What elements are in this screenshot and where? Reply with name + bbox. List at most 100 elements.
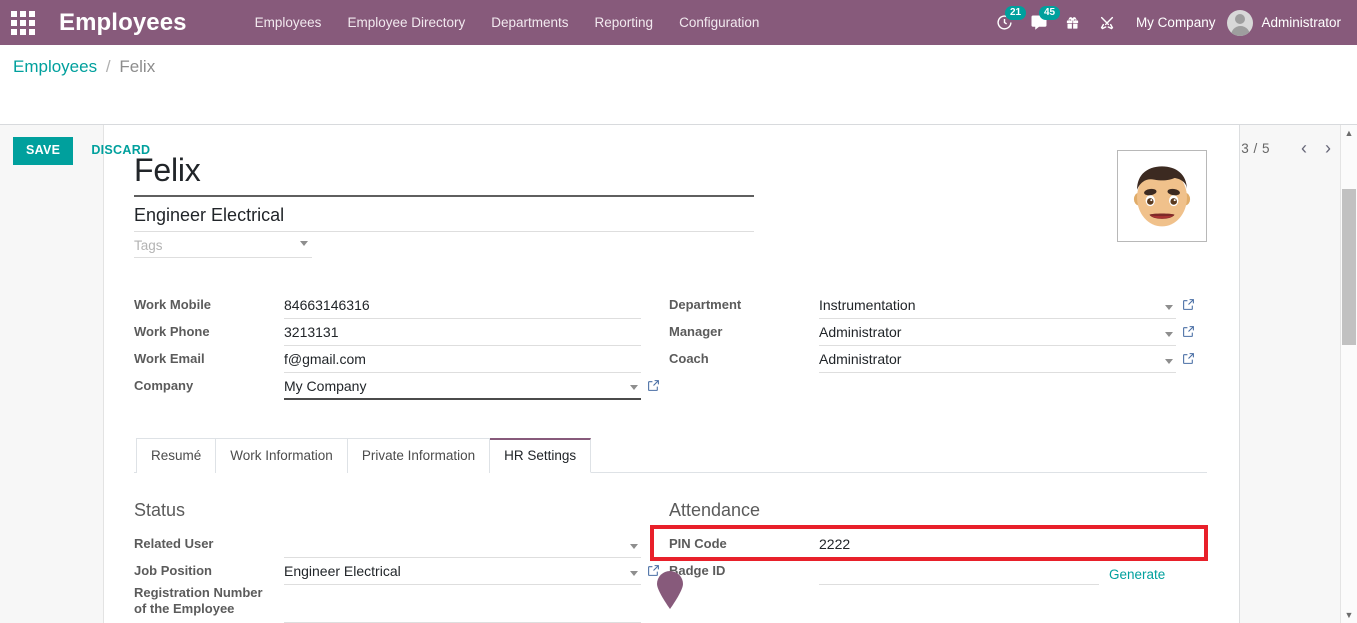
spacer bbox=[647, 555, 667, 558]
app-brand-title: Employees bbox=[59, 9, 187, 37]
input-work-email[interactable]: f@gmail.com bbox=[284, 350, 641, 373]
field-label-company: Company bbox=[134, 378, 284, 400]
tools-wrench-icon[interactable] bbox=[1090, 0, 1124, 45]
header-fields: Work Mobile 84663146316 Work Phone 32131… bbox=[134, 292, 1207, 400]
menu-item-departments[interactable]: Departments bbox=[478, 0, 581, 45]
input-department[interactable]: Instrumentation bbox=[819, 296, 1176, 319]
pager-previous-icon[interactable]: ‹ bbox=[1292, 140, 1316, 156]
menu-item-configuration[interactable]: Configuration bbox=[666, 0, 772, 45]
chevron-down-icon bbox=[630, 385, 638, 390]
chevron-down-icon bbox=[630, 571, 638, 576]
field-label-registration-number-line1: Registration Number bbox=[134, 585, 284, 601]
control-panel: Employees / Felix SAVE DISCARD 3 / 5 ‹ › bbox=[0, 45, 1357, 125]
tags-field[interactable]: Tags bbox=[134, 232, 312, 258]
field-manager: Manager Administrator bbox=[669, 319, 1202, 346]
input-coach[interactable]: Administrator bbox=[819, 350, 1176, 373]
notebook-tabs: Resumé Work Information Private Informat… bbox=[134, 438, 1207, 473]
pager-next-icon[interactable]: › bbox=[1316, 140, 1340, 156]
external-link-icon-coach[interactable] bbox=[1182, 352, 1202, 373]
apps-grid-icon[interactable] bbox=[0, 0, 46, 45]
chevron-down-icon bbox=[1165, 359, 1173, 364]
field-label-badge-id: Badge ID bbox=[669, 563, 819, 585]
field-company: Company My Company bbox=[134, 373, 667, 400]
field-label-work-mobile: Work Mobile bbox=[134, 297, 284, 319]
field-label-work-phone: Work Phone bbox=[134, 324, 284, 346]
employee-photo[interactable] bbox=[1117, 150, 1207, 242]
header-fields-left-column: Work Mobile 84663146316 Work Phone 32131… bbox=[134, 292, 667, 400]
input-manager-value: Administrator bbox=[819, 324, 901, 340]
tab-panel-hr-settings: Status Related User Job Position bbox=[134, 473, 1207, 623]
external-link-icon-company[interactable] bbox=[647, 379, 667, 400]
breadcrumb-current: Felix bbox=[119, 57, 155, 76]
input-work-phone[interactable]: 3213131 bbox=[284, 323, 641, 346]
field-work-email: Work Email f@gmail.com bbox=[134, 346, 667, 373]
notebook: Resumé Work Information Private Informat… bbox=[134, 438, 1207, 623]
tab-resume[interactable]: Resumé bbox=[136, 438, 216, 473]
form-view-background: Felix Engineer Electrical Tags bbox=[0, 125, 1341, 623]
scroll-up-arrow-icon[interactable]: ▲ bbox=[1341, 125, 1357, 141]
field-registration-number: Registration Number of the Employee bbox=[134, 585, 667, 623]
input-coach-value: Administrator bbox=[819, 351, 901, 367]
chevron-down-icon bbox=[1165, 305, 1173, 310]
activity-clock-icon[interactable]: 21 bbox=[988, 0, 1022, 45]
external-link-icon-manager[interactable] bbox=[1182, 325, 1202, 346]
input-company-value: My Company bbox=[284, 378, 366, 394]
gift-icon[interactable] bbox=[1056, 0, 1090, 45]
record-pager: 3 / 5 ‹ › bbox=[1241, 140, 1340, 156]
save-button[interactable]: SAVE bbox=[13, 137, 73, 165]
input-company[interactable]: My Company bbox=[284, 377, 641, 400]
employee-photo-emoji-man bbox=[1123, 157, 1201, 235]
employee-name-field[interactable]: Felix bbox=[134, 151, 754, 197]
discard-button[interactable]: DISCARD bbox=[79, 137, 162, 165]
input-pin-code[interactable]: 2222 bbox=[819, 535, 1176, 558]
input-job-position-value: Engineer Electrical bbox=[284, 563, 401, 579]
user-menu[interactable]: Administrator bbox=[1227, 10, 1347, 36]
chevron-down-icon bbox=[1165, 332, 1173, 337]
user-name-label: Administrator bbox=[1261, 15, 1341, 30]
tab-work-information[interactable]: Work Information bbox=[216, 438, 348, 473]
top-navbar: Employees Employees Employee Directory D… bbox=[0, 0, 1357, 45]
spacer bbox=[647, 343, 667, 346]
record-title-block: Felix Engineer Electrical Tags bbox=[134, 151, 1207, 258]
field-pin-code: PIN Code 2222 bbox=[669, 531, 1202, 558]
field-department: Department Instrumentation bbox=[669, 292, 1202, 319]
menu-item-employees[interactable]: Employees bbox=[242, 0, 335, 45]
employee-job-title-field[interactable]: Engineer Electrical bbox=[134, 197, 754, 232]
apps-grid-glyph bbox=[11, 11, 35, 35]
tab-private-information[interactable]: Private Information bbox=[348, 438, 490, 473]
tags-placeholder: Tags bbox=[134, 238, 163, 253]
input-registration-number[interactable] bbox=[284, 602, 641, 623]
input-department-value: Instrumentation bbox=[819, 297, 916, 313]
current-company-label[interactable]: My Company bbox=[1124, 15, 1228, 30]
user-avatar bbox=[1227, 10, 1253, 36]
breadcrumb-root-link[interactable]: Employees bbox=[13, 57, 97, 76]
input-job-position[interactable]: Engineer Electrical bbox=[284, 562, 641, 585]
input-manager[interactable]: Administrator bbox=[819, 323, 1176, 346]
form-sheet: Felix Engineer Electrical Tags bbox=[103, 125, 1240, 623]
spacer bbox=[647, 316, 667, 319]
spacer bbox=[1182, 555, 1202, 558]
input-work-mobile[interactable]: 84663146316 bbox=[284, 296, 641, 319]
menu-item-reporting[interactable]: Reporting bbox=[582, 0, 667, 45]
field-label-related-user: Related User bbox=[134, 536, 284, 558]
pager-count: 3 / 5 bbox=[1241, 141, 1270, 156]
scrollbar-thumb[interactable] bbox=[1342, 189, 1356, 345]
field-label-job-position: Job Position bbox=[134, 563, 284, 585]
group-title-attendance: Attendance bbox=[669, 499, 1202, 521]
tab-hr-settings[interactable]: HR Settings bbox=[490, 438, 591, 473]
scroll-down-arrow-icon[interactable]: ▼ bbox=[1341, 607, 1357, 623]
field-work-phone: Work Phone 3213131 bbox=[134, 319, 667, 346]
messages-chat-icon[interactable]: 45 bbox=[1022, 0, 1056, 45]
spacer bbox=[647, 370, 667, 373]
generate-badge-id-button[interactable]: Generate bbox=[1109, 567, 1165, 585]
input-badge-id[interactable] bbox=[819, 564, 1099, 585]
external-link-icon-job-position[interactable] bbox=[647, 564, 667, 585]
field-job-position: Job Position Engineer Electrical bbox=[134, 558, 667, 585]
menu-item-employee-directory[interactable]: Employee Directory bbox=[334, 0, 478, 45]
field-label-registration-number: Registration Number of the Employee bbox=[134, 585, 284, 623]
vertical-scrollbar[interactable]: ▲ ▼ bbox=[1340, 125, 1357, 623]
input-related-user[interactable] bbox=[284, 537, 641, 558]
header-fields-right-column: Department Instrumentation bbox=[669, 292, 1202, 400]
field-label-coach: Coach bbox=[669, 351, 819, 373]
external-link-icon-department[interactable] bbox=[1182, 298, 1202, 319]
